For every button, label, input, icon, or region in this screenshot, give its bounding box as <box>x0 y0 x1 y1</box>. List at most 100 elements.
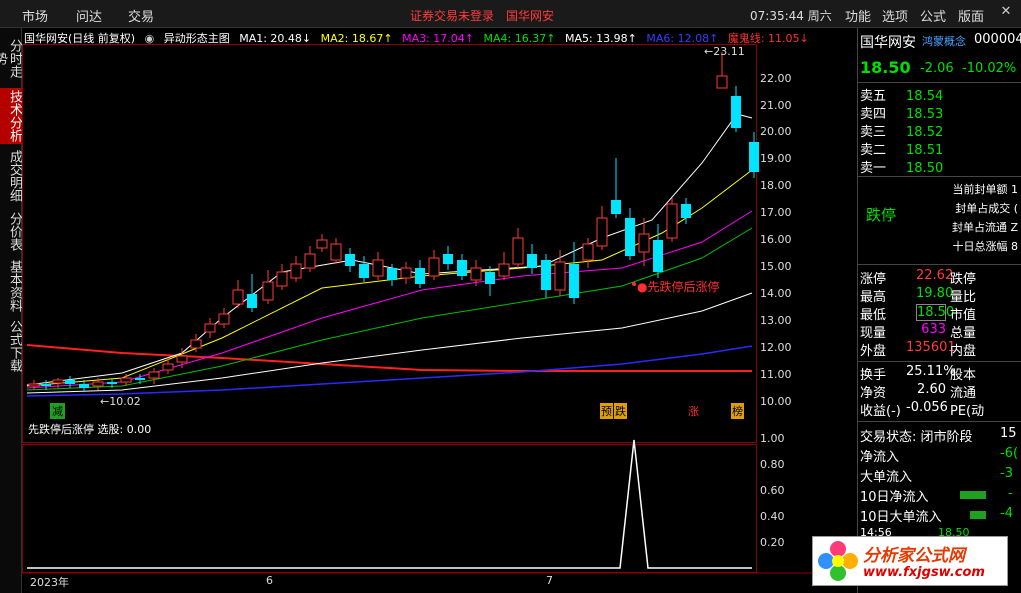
candle-body <box>247 294 257 308</box>
watermark-url: www.fxjgsw.com <box>863 565 985 580</box>
candle-body <box>148 371 160 379</box>
price-tick: 19.00 <box>760 152 792 165</box>
sub-chart-title[interactable]: 先跌停后涨停 选股: 0.00 <box>28 421 151 437</box>
menu-options[interactable]: 选项 <box>882 6 908 25</box>
candle-body <box>443 254 453 264</box>
stock-code: 000004 <box>974 32 1021 47</box>
stock-name: 国华网安 <box>860 35 916 51</box>
limit-info: 当前封单额 1 <box>952 183 1019 196</box>
candle-body <box>731 96 741 128</box>
candle-body <box>120 377 132 383</box>
price-tick: 16.00 <box>760 233 792 246</box>
marker-yu: 预 <box>600 403 613 419</box>
candle-body <box>92 381 104 387</box>
login-alert[interactable]: 证券交易未登录 国华网安 <box>410 7 554 24</box>
stat-row: 净资 2.60 流通 <box>860 382 977 401</box>
high-label: ←23.11 <box>704 45 745 58</box>
candle-body <box>162 363 174 371</box>
price-tick: 10.00 <box>760 395 792 408</box>
menu-formula[interactable]: 公式 <box>920 6 946 25</box>
candle-body <box>330 243 342 261</box>
ask-row: 卖四 18.53 <box>860 107 944 122</box>
stat-row: 涨停 22.62 跌停 <box>860 268 977 287</box>
tab-price-table[interactable]: 分价表 <box>0 208 22 254</box>
candle-body <box>527 254 537 268</box>
price-tick: 15.00 <box>760 260 792 273</box>
top-menu-bar: 市场 问达 交易 证券交易未登录 国华网安 07:35:44 周六 功能 选项 … <box>0 0 1021 28</box>
trade-status-num: 15 <box>1000 426 1017 441</box>
menu-market[interactable]: 市场 <box>22 6 48 25</box>
sub-tick: 0.80 <box>760 458 785 471</box>
ask-row: 卖五 18.54 <box>860 89 944 104</box>
price-tick: 11.00 <box>760 368 792 381</box>
candle-body <box>28 383 40 387</box>
candle-body <box>666 203 678 239</box>
candle-body <box>218 313 230 325</box>
candle-body <box>428 257 440 277</box>
marker-bang: 榜 <box>731 403 744 419</box>
candle-body <box>359 264 369 278</box>
menu-trade[interactable]: 交易 <box>128 6 154 25</box>
candle-body <box>638 233 650 253</box>
candle-body <box>345 254 355 266</box>
signal-spike <box>27 439 752 569</box>
candle-body <box>400 267 412 279</box>
sub-tick: 0.40 <box>760 510 785 523</box>
tab-technical[interactable]: 技术分析 <box>0 88 22 144</box>
low-label: ←10.02 <box>100 395 141 408</box>
date-label-july: 7 <box>546 574 553 587</box>
candle-body <box>457 260 467 276</box>
candle-body <box>596 217 608 247</box>
close-icon[interactable]: ✕ <box>997 4 1015 22</box>
sub-tick: 0.20 <box>760 536 785 549</box>
candle-body <box>316 239 328 249</box>
tab-timeshare[interactable]: 分时走势 <box>0 32 22 84</box>
sub-tick: 1.00 <box>760 432 785 445</box>
candle-body <box>681 204 691 218</box>
price-tick: 14.00 <box>760 287 792 300</box>
candle-body <box>470 267 482 281</box>
candle-body <box>190 339 202 349</box>
flow-row: 10日大单流入 -4 <box>860 506 1013 525</box>
concept-tag[interactable]: 鸿蒙概念 <box>922 33 966 51</box>
marker-die: 跌 <box>614 403 627 419</box>
kline-chart[interactable] <box>22 28 856 593</box>
candle-body <box>41 384 51 386</box>
stat-row: 最低 18.50 市值 <box>860 304 977 323</box>
menu-layout[interactable]: 版面 <box>958 6 984 25</box>
menu-wenda[interactable]: 问达 <box>76 6 102 25</box>
flow-row: 10日净流入 - <box>860 486 1013 505</box>
candles-group <box>28 52 759 392</box>
candle-body <box>611 200 621 214</box>
date-label-year: 2023年 <box>30 576 69 589</box>
price-tick: 13.00 <box>760 314 792 327</box>
price-pct: -10.02% <box>962 61 1017 76</box>
candle-body <box>79 384 89 388</box>
limit-info: 封单占流通 Z <box>951 221 1018 234</box>
tab-formula-download[interactable]: 公式下载 <box>0 318 22 374</box>
candle-body <box>498 263 510 277</box>
candle-body <box>372 259 384 277</box>
flow-row: 净流入 -6( <box>860 446 1019 465</box>
tab-deal-detail[interactable]: 成交明细 <box>0 148 22 204</box>
stat-row: 换手 25.11% 股本 <box>860 364 977 383</box>
candle-body <box>204 323 216 333</box>
menu-function[interactable]: 功能 <box>845 6 871 25</box>
signal-text: ●先跌停后涨停 <box>637 280 720 294</box>
candle-body <box>749 142 759 172</box>
candle-body <box>107 382 117 384</box>
limit-status: 跌停 <box>866 206 897 224</box>
price-change: -2.06 <box>920 61 954 76</box>
price-tick: 21.00 <box>760 99 792 112</box>
quote-panel: 国华网安 鸿蒙概念 000004 18.50 -2.06 -10.02% 卖五 1… <box>857 28 1021 593</box>
candle-body <box>387 268 397 280</box>
price-tick: 18.00 <box>760 179 792 192</box>
flower-logo-icon <box>818 541 858 581</box>
price-tick: 17.00 <box>760 206 792 219</box>
marker-zhang: 涨 <box>688 405 699 418</box>
candle-body <box>485 272 495 284</box>
candle-body <box>176 355 188 363</box>
tab-basic-info[interactable]: 基本资料 <box>0 258 22 314</box>
candle-body <box>304 253 316 269</box>
side-tab-bar: 分时走势 技术分析 成交明细 分价表 基本资料 公式下载 <box>0 28 22 593</box>
